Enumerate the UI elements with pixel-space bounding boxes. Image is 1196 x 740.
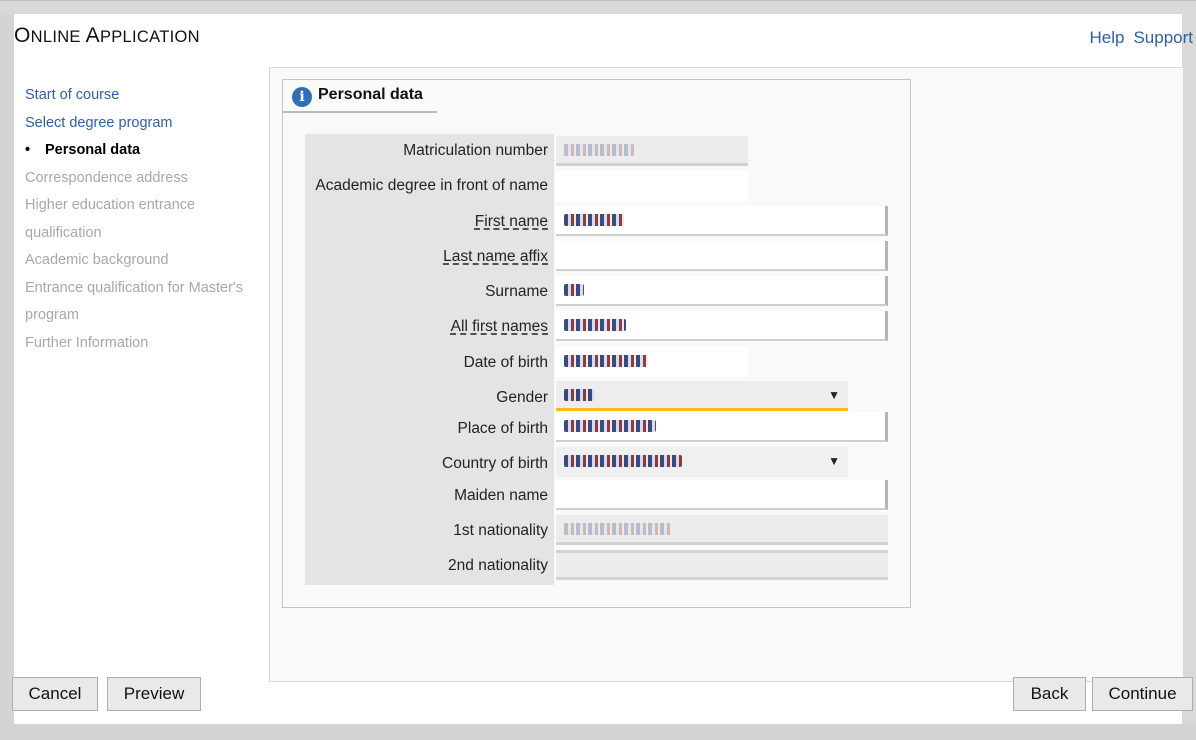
footer-buttons: Cancel Preview Back Continue: [0, 677, 1196, 711]
help-link[interactable]: Help: [1089, 28, 1124, 47]
preview-button[interactable]: Preview: [107, 677, 201, 711]
nationality-2-field: [556, 550, 888, 580]
label-place-of-birth: Place of birth: [457, 420, 548, 437]
label-matriculation-number: Matriculation number: [403, 142, 548, 159]
nav-item-start-of-course[interactable]: Start of course: [25, 82, 265, 110]
all-first-names-field[interactable]: [556, 311, 888, 341]
last-name-affix-field[interactable]: [556, 241, 888, 271]
info-icon: i: [292, 87, 312, 107]
label-academic-degree: Academic degree in front of name: [315, 177, 548, 194]
nav-item-personal-data: Personal data: [25, 137, 265, 165]
label-first-name[interactable]: First name: [475, 213, 548, 231]
maiden-name-field[interactable]: [556, 480, 888, 510]
window-top-strip: [0, 0, 1196, 15]
cancel-button[interactable]: Cancel: [12, 677, 98, 711]
label-maiden-name: Maiden name: [454, 487, 548, 504]
content-panel: i Personal data Matriculation number Aca…: [269, 68, 1183, 682]
place-of-birth-field[interactable]: [556, 412, 888, 442]
label-nationality-2: 2nd nationality: [448, 557, 548, 574]
page-title: ONLINE APPLICATION: [14, 24, 200, 47]
nav-item-academic-background: Academic background: [25, 252, 169, 268]
gender-select[interactable]: ▼: [556, 381, 848, 411]
app-frame: ONLINE APPLICATION Help Support Start of …: [0, 0, 1196, 740]
label-date-of-birth: Date of birth: [463, 354, 548, 371]
tab-personal-data[interactable]: i Personal data: [283, 80, 437, 113]
back-button[interactable]: Back: [1013, 677, 1086, 711]
academic-degree-field[interactable]: [556, 171, 748, 201]
label-gender: Gender: [496, 389, 548, 406]
header-links: Help Support: [1080, 28, 1193, 48]
label-last-name-affix[interactable]: Last name affix: [443, 248, 548, 266]
first-name-field[interactable]: [556, 206, 888, 236]
nav-item-further-information: Further Information: [25, 334, 149, 351]
nav-item-correspondence-address: Correspondence address: [25, 169, 188, 186]
nav-item-entrance-qualification-master: Entrance qualification for Master's prog…: [25, 279, 243, 324]
tab-label: Personal data: [318, 86, 423, 103]
chevron-down-icon: ▼: [828, 388, 840, 402]
date-of-birth-field[interactable]: [556, 347, 748, 377]
continue-button[interactable]: Continue: [1092, 677, 1193, 711]
form-label-column: Matriculation number Academic degree in …: [305, 134, 554, 585]
scrollbar[interactable]: [1182, 14, 1196, 724]
surname-field[interactable]: [556, 276, 888, 306]
support-link[interactable]: Support: [1133, 28, 1193, 47]
label-nationality-1: 1st nationality: [453, 522, 548, 539]
matriculation-number-field: [556, 136, 748, 166]
label-all-first-names[interactable]: All first names: [451, 318, 548, 336]
application-window: ONLINE APPLICATION Help Support Start of …: [14, 14, 1193, 724]
country-of-birth-select[interactable]: ▼: [556, 447, 848, 477]
personal-data-section: i Personal data Matriculation number Aca…: [282, 79, 911, 608]
nav-item-select-degree-program[interactable]: Select degree program: [25, 110, 265, 138]
nav-item-higher-education-entrance: Higher education entrance qualification: [25, 197, 196, 241]
chevron-down-icon: ▼: [828, 454, 840, 468]
label-surname: Surname: [485, 283, 548, 300]
label-country-of-birth: Country of birth: [442, 455, 548, 472]
step-navigation: Start of course Select degree program Pe…: [25, 82, 265, 357]
nationality-1-field: [556, 515, 888, 545]
